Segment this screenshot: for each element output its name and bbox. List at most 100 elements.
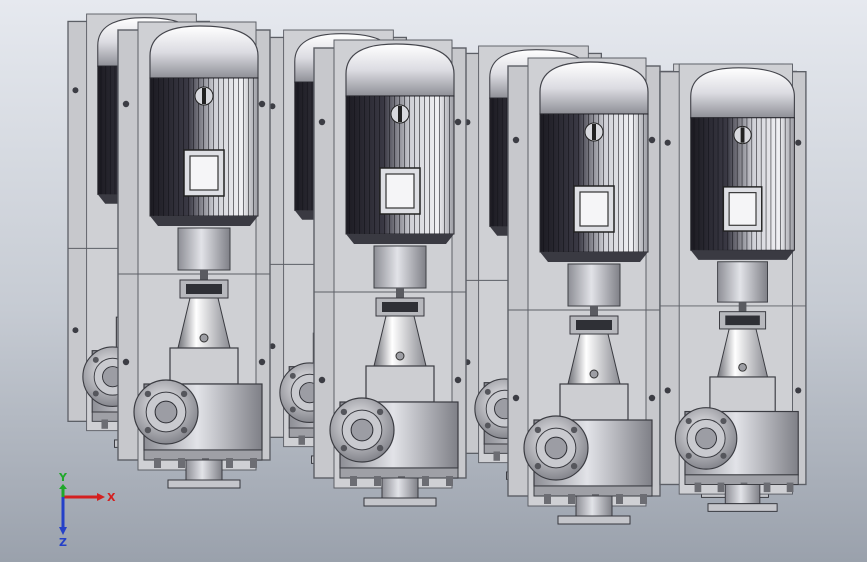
flange-bolt [180, 426, 188, 434]
base-bolt [763, 482, 771, 493]
mount-hole [664, 387, 671, 394]
base-bolt [250, 458, 257, 468]
pump-bracket [709, 376, 776, 413]
coupling-guard-slot [186, 284, 222, 294]
pump-bracket [169, 347, 239, 385]
pump-bracket [365, 365, 435, 403]
base-bolt [298, 435, 305, 445]
mount-hole [795, 387, 802, 394]
base-bolt [446, 476, 453, 486]
mount-hole [648, 136, 656, 144]
base-bolt [493, 451, 500, 461]
pump-unit [117, 21, 271, 489]
flange-bolt [376, 444, 384, 452]
motor-cap [345, 43, 455, 97]
outlet-pipe [185, 459, 223, 481]
flange-bore [695, 427, 718, 450]
base-bolt [350, 476, 357, 486]
flange-bolt [484, 422, 491, 429]
eyebolt-slot [398, 106, 402, 122]
base-bolt [154, 458, 161, 468]
pump-units [67, 13, 807, 525]
mount-hole [795, 139, 802, 146]
mount-hole [258, 358, 266, 366]
flange-bore [544, 436, 568, 460]
coupling [177, 227, 231, 271]
x-axis-label: X [107, 491, 116, 504]
flange-bolt [180, 390, 188, 398]
base-bolt [717, 482, 725, 493]
terminal-box-lid [728, 192, 757, 226]
base-bolt [786, 482, 794, 493]
eyebolt-slot [740, 127, 745, 143]
motor-skirt [540, 252, 648, 262]
flange-bolt [720, 452, 727, 459]
cad-viewport: X Y Z [0, 0, 867, 562]
base-bolt [101, 419, 108, 429]
mount-hole [318, 376, 326, 384]
flange-bolt [484, 388, 491, 395]
base-bolt [568, 494, 575, 504]
mount-hole [664, 139, 671, 146]
pump-unit [659, 63, 807, 512]
outlet-flange [557, 515, 631, 525]
eyebolt-slot [202, 88, 206, 104]
mount-hole [258, 100, 266, 108]
coupling [373, 245, 427, 289]
base-bolt [616, 494, 623, 504]
mount-hole [122, 100, 130, 108]
terminal-box-lid [579, 191, 609, 227]
coupling-guard-slot [382, 302, 418, 312]
drain-plug [199, 333, 209, 343]
flange-bolt [92, 390, 99, 397]
eyebolt-slot [592, 124, 596, 140]
flange-bolt [340, 444, 348, 452]
base-bolt [422, 476, 429, 486]
outlet-pipe [575, 495, 613, 517]
coupling [567, 263, 621, 307]
mount-hole [648, 394, 656, 402]
base-bolt [640, 494, 647, 504]
flange-bolt [685, 452, 692, 459]
mount-hole [72, 327, 79, 334]
flange-bolt [376, 408, 384, 416]
base-bolt [544, 494, 551, 504]
motor-skirt [150, 216, 258, 226]
flange-bore [154, 400, 178, 424]
drain-plug [395, 351, 405, 361]
outlet-pipe [724, 484, 761, 505]
base-bolt [694, 482, 702, 493]
flange-bolt [570, 426, 578, 434]
base-bolt [226, 458, 233, 468]
y-axis-label: Y [58, 471, 68, 484]
outlet-pipe [381, 477, 419, 499]
mount-hole [512, 136, 520, 144]
coupling-guard-slot [576, 320, 612, 330]
base-bolt [374, 476, 381, 486]
terminal-box-lid [385, 173, 415, 209]
flange-bolt [720, 417, 727, 425]
flange-bolt [685, 417, 692, 425]
mount-hole [318, 118, 326, 126]
outlet-flange [167, 479, 241, 489]
pump-unit [507, 57, 661, 525]
pump-bracket [559, 383, 629, 421]
flange-bolt [92, 356, 99, 363]
flange-bolt [534, 462, 542, 470]
coupling-guard-slot [725, 315, 760, 326]
mount-hole [454, 118, 462, 126]
motor-cap [539, 61, 649, 115]
motor-skirt [690, 250, 795, 260]
flange-bolt [144, 426, 152, 434]
motor-skirt [346, 234, 454, 244]
terminal-box-lid [189, 155, 219, 191]
motor-cap [690, 67, 795, 119]
flange-bolt [534, 426, 542, 434]
flange-bolt [570, 462, 578, 470]
flange-bolt [340, 408, 348, 416]
drain-plug [738, 363, 747, 372]
motor-cap [149, 25, 259, 79]
mount-hole [454, 376, 462, 384]
mount-hole [122, 358, 130, 366]
outlet-flange [363, 497, 437, 507]
